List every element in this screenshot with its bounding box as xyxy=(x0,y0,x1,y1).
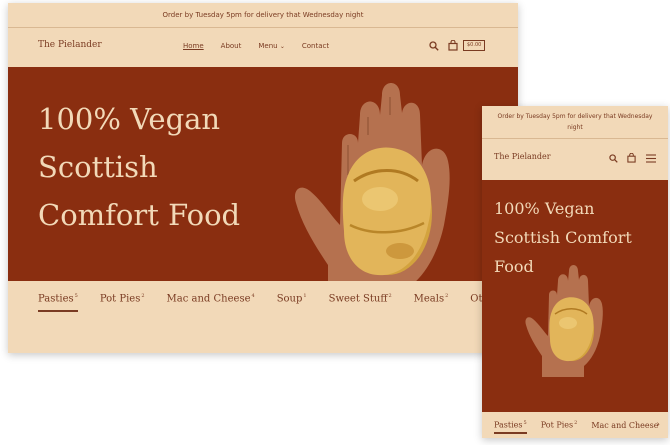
tab-pasties[interactable]: Pasties5 xyxy=(494,420,527,434)
hero-banner: 100% Vegan Scottish Comfort Food Pasties… xyxy=(8,67,518,317)
hand-holding-pasty-image xyxy=(525,265,603,377)
tab-label: Soup xyxy=(276,293,303,305)
tab-count: 4 xyxy=(251,293,255,300)
mobile-preview: Order by Tuesday 5pm for delivery that W… xyxy=(482,106,668,438)
hero-banner: 100% Vegan Scottish Comfort Food xyxy=(482,180,668,412)
category-tabs: Pasties5 Pot Pies2 Mac and Cheese4 Soup1… xyxy=(8,281,518,317)
desktop-preview: Order by Tuesday 5pm for delivery that W… xyxy=(8,3,518,353)
tab-label: Sweet Stuff xyxy=(328,293,388,305)
chevron-down-icon: ⌄ xyxy=(279,43,285,50)
announcement-bar: Order by Tuesday 5pm for delivery that W… xyxy=(482,106,668,139)
category-tabs: Pasties5 Pot Pies2 Mac and Cheese › xyxy=(482,412,668,438)
tab-count: 2 xyxy=(445,293,449,300)
announcement-text: Order by Tuesday 5pm for delivery that W… xyxy=(162,11,364,19)
tab-count: 2 xyxy=(141,293,145,300)
chevron-right-icon[interactable]: › xyxy=(656,420,660,430)
brand-logo[interactable]: The Pielander xyxy=(494,152,551,161)
tab-label: Pot Pies xyxy=(540,420,574,430)
announcement-text: Order by Tuesday 5pm for delivery that W… xyxy=(497,113,653,131)
search-icon[interactable] xyxy=(429,41,439,51)
nav-item-contact[interactable]: Contact xyxy=(302,42,329,50)
tab-pot-pies[interactable]: Pot Pies2 xyxy=(100,293,145,304)
tab-pot-pies[interactable]: Pot Pies2 xyxy=(541,420,578,430)
nav-item-about[interactable]: About xyxy=(221,42,242,50)
tab-label: Pasties xyxy=(494,420,523,430)
tab-label: Mac and Cheese xyxy=(591,420,659,430)
tab-mac-and-cheese[interactable]: Mac and Cheese xyxy=(591,421,658,430)
hand-holding-pasty-image xyxy=(294,83,450,307)
hero-title: 100% Vegan Scottish Comfort Food xyxy=(38,102,241,232)
main-nav: Home About Menu ⌄ Contact xyxy=(183,42,329,50)
tab-label: Pasties xyxy=(38,293,74,305)
search-icon[interactable] xyxy=(609,154,618,163)
tab-meals[interactable]: Meals2 xyxy=(414,293,449,304)
tab-count: 5 xyxy=(74,293,78,300)
site-header: The Pielander Home About Menu ⌄ Contact … xyxy=(8,28,518,68)
tab-sweet-stuff[interactable]: Sweet Stuff2 xyxy=(329,293,392,304)
tab-pasties[interactable]: Pasties5 xyxy=(38,293,78,313)
nav-item-menu[interactable]: Menu ⌄ xyxy=(258,42,285,50)
site-header: The Pielander xyxy=(482,139,668,181)
tab-count: 2 xyxy=(574,420,578,427)
tab-count: 1 xyxy=(303,293,307,300)
nav-item-menu-label: Menu xyxy=(258,42,278,50)
tab-label: Mac and Cheese xyxy=(166,293,251,305)
announcement-bar: Order by Tuesday 5pm for delivery that W… xyxy=(8,3,518,28)
hamburger-icon[interactable] xyxy=(646,154,656,163)
tab-label: Pot Pies xyxy=(99,293,141,305)
nav-item-home[interactable]: Home xyxy=(183,42,204,50)
tab-count: 2 xyxy=(388,293,392,300)
tab-count: 5 xyxy=(523,420,527,427)
cart-total[interactable]: $0.00 xyxy=(463,40,486,51)
tab-mac-and-cheese[interactable]: Mac and Cheese4 xyxy=(167,293,255,304)
brand-logo[interactable]: The Pielander xyxy=(38,40,102,50)
cart-icon[interactable] xyxy=(448,40,458,51)
tab-label: Meals xyxy=(413,293,445,305)
tab-soup[interactable]: Soup1 xyxy=(277,293,307,304)
cart-icon[interactable] xyxy=(627,153,636,163)
